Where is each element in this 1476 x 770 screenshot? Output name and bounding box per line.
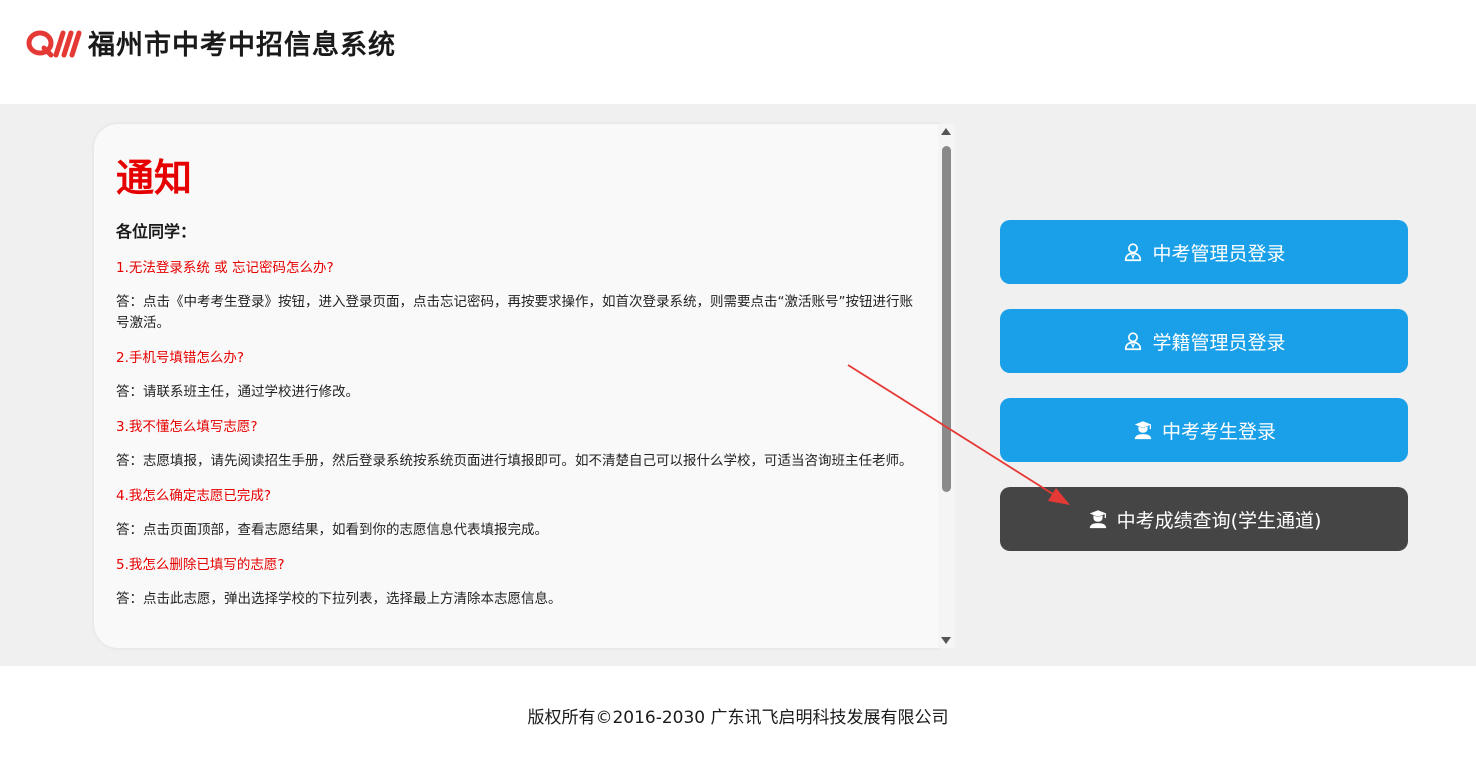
faq-question: 5.我怎么删除已填写的志愿? xyxy=(116,557,285,573)
student-graduate-icon xyxy=(1134,421,1152,440)
faq-question: 1.无法登录系统 或 忘记密码怎么办? xyxy=(116,260,334,276)
registry-login-label: 学籍管理员登录 xyxy=(1152,331,1286,354)
page-footer: 版权所有©2016-2030 广东讯飞启明科技发展有限公司 xyxy=(0,666,1476,732)
score-query-label: 中考成绩查询(学生通道) xyxy=(1116,509,1322,532)
scrollbar-thumb[interactable] xyxy=(942,146,951,492)
scroll-down-arrow-icon[interactable] xyxy=(941,637,951,644)
notice-scrollbar[interactable] xyxy=(938,124,955,648)
admin-login-label: 中考管理员登录 xyxy=(1152,242,1286,265)
site-title: 福州市中考中招信息系统 xyxy=(88,30,396,61)
notice-content: 通知 各位同学： 1.无法登录系统 或 忘记密码怎么办? 答：点击《中考考生登录… xyxy=(116,152,916,624)
student-login-button[interactable]: 中考考生登录 xyxy=(1000,398,1408,462)
copyright-text: 版权所有©2016-2030 广东讯飞启明科技发展有限公司 xyxy=(527,708,949,728)
faq-answer: 答：请联系班主任，通过学校进行修改。 xyxy=(116,384,359,400)
faq-question: 3.我不懂怎么填写志愿? xyxy=(116,419,258,435)
faq-answer: 答：点击页面顶部，查看志愿结果，如看到你的志愿信息代表填报完成。 xyxy=(116,522,548,538)
faq-answer: 答：点击此志愿，弹出选择学校的下拉列表，选择最上方清除本志愿信息。 xyxy=(116,591,562,607)
notice-panel: 通知 各位同学： 1.无法登录系统 或 忘记密码怎么办? 答：点击《中考考生登录… xyxy=(94,124,940,648)
faq-answer: 答：志愿填报，请先阅读招生手册，然后登录系统按系统页面进行填报即可。如不清楚自己… xyxy=(116,453,913,469)
faq-question: 2.手机号填错怎么办? xyxy=(116,350,245,366)
page-header: 福州市中考中招信息系统 xyxy=(0,0,1476,104)
qw-brand-logo xyxy=(26,30,82,58)
faq-question: 4.我怎么确定志愿已完成? xyxy=(116,488,272,504)
student-graduate-icon xyxy=(1089,510,1106,529)
registry-admin-login-button[interactable]: 学籍管理员登录 xyxy=(1000,309,1408,373)
scroll-up-arrow-icon[interactable] xyxy=(941,128,951,135)
main-content: 通知 各位同学： 1.无法登录系统 或 忘记密码怎么办? 答：点击《中考考生登录… xyxy=(0,104,1476,666)
student-login-label: 中考考生登录 xyxy=(1161,420,1276,443)
user-outline-icon xyxy=(1125,243,1142,262)
score-query-button[interactable]: 中考成绩查询(学生通道) xyxy=(1000,487,1408,551)
admin-login-button[interactable]: 中考管理员登录 xyxy=(1000,220,1408,284)
user-outline-icon xyxy=(1125,332,1142,351)
notice-title: 通知 xyxy=(116,156,193,200)
faq-answer: 答：点击《中考考生登录》按钮，进入登录页面，点击忘记密码，再按要求操作，如首次登… xyxy=(116,294,913,331)
notice-greeting: 各位同学： xyxy=(116,222,197,241)
